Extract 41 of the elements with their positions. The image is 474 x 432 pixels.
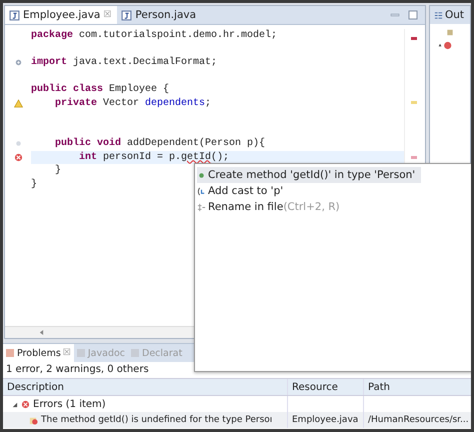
method-icon bbox=[197, 170, 206, 180]
table-cell: The method getId() is undefined for the type Persoı bbox=[41, 415, 272, 425]
quick-fix-item[interactable]: Create method 'getId()' in type 'Person' bbox=[197, 167, 422, 183]
code-line: int personId = p.getId(); bbox=[78, 152, 230, 162]
java-file-icon bbox=[121, 10, 132, 20]
scroll-left-icon[interactable] bbox=[39, 329, 44, 336]
editor-tab[interactable]: Employee.java ☒ bbox=[5, 6, 118, 24]
table-cell: Employee.java bbox=[292, 415, 358, 425]
table-cell: /HumanResources/sr... bbox=[368, 415, 469, 425]
quick-fix-item[interactable]: Rename in file(Ctrl+2, R) bbox=[197, 199, 346, 215]
warning-icon bbox=[14, 98, 22, 108]
class-icon[interactable] bbox=[436, 41, 454, 50]
view-icon bbox=[5, 348, 15, 358]
view-icon bbox=[130, 348, 140, 358]
column-header[interactable]: Resource bbox=[287, 379, 363, 395]
outline-tab[interactable]: Out bbox=[430, 6, 470, 24]
expander-icon[interactable] bbox=[11, 400, 18, 408]
error-icon bbox=[21, 400, 30, 408]
code-line: package com.tutorialspoint.demo.hr.model; bbox=[31, 30, 278, 41]
editor-tab[interactable]: Person.java bbox=[117, 6, 202, 24]
view-icon bbox=[76, 348, 86, 358]
maximize-icon[interactable] bbox=[407, 10, 419, 20]
code-line: public class Employee { bbox=[31, 84, 170, 95]
problems-summary: 1 error, 2 warnings, 0 others bbox=[5, 363, 150, 377]
outline-icon bbox=[434, 10, 443, 20]
code-line: private Vector dependents; bbox=[54, 98, 212, 108]
code-line: } bbox=[54, 165, 62, 176]
quick-fix-item[interactable]: Add cast to 'p' bbox=[197, 183, 290, 199]
expand-icon[interactable] bbox=[14, 58, 22, 68]
column-header[interactable]: Path bbox=[363, 379, 471, 395]
cast-icon bbox=[197, 186, 206, 196]
java-file-icon bbox=[9, 10, 20, 20]
view-tab[interactable]: Problems ☒ bbox=[3, 344, 74, 362]
error-icon bbox=[29, 416, 38, 424]
code-line: import java.text.DecimalFormat; bbox=[31, 57, 218, 68]
column-header[interactable]: Description bbox=[3, 382, 287, 392]
tree-item[interactable]: Errors (1 item) bbox=[33, 398, 106, 410]
rename-icon bbox=[197, 202, 206, 212]
error-icon bbox=[14, 152, 22, 162]
code-line: public void addDependent(Person p){ bbox=[54, 138, 266, 149]
code-line: } bbox=[31, 178, 38, 190]
